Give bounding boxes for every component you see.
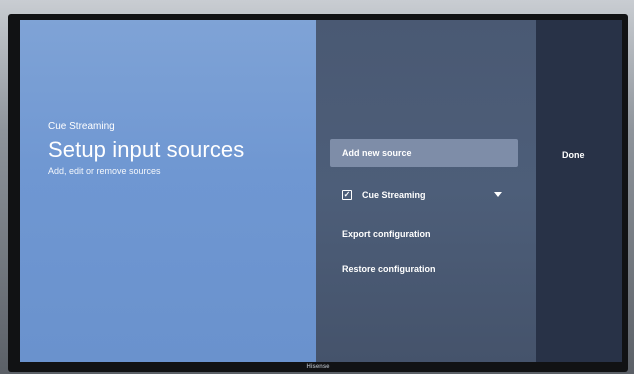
export-configuration-button[interactable]: Export configuration (330, 220, 518, 248)
menu-item-label: Restore configuration (342, 264, 436, 274)
restore-configuration-button[interactable]: Restore configuration (330, 255, 518, 283)
tv-brand-logo: Hisense (306, 364, 330, 370)
page-description: Add, edit or remove sources (48, 166, 161, 176)
done-button[interactable]: Done (562, 150, 585, 160)
actions-panel: Done (536, 20, 622, 362)
caret-down-icon[interactable] (494, 192, 502, 197)
tv-screen: Cue Streaming Setup input sources Add, e… (20, 20, 622, 362)
info-panel: Cue Streaming Setup input sources Add, e… (20, 20, 316, 362)
page-title: Setup input sources (48, 137, 245, 162)
info-text-group: Cue Streaming Setup input sources Add, e… (48, 121, 244, 176)
checkbox-checked-icon[interactable]: ✓ (342, 190, 352, 200)
menu-item-label: Add new source (342, 148, 412, 158)
menu-item-label: Export configuration (342, 229, 431, 239)
menu-item-label: Cue Streaming (362, 190, 426, 200)
options-panel: Add new source ✓ Cue Streaming Export co… (316, 20, 536, 362)
app-name: Cue Streaming (48, 121, 115, 132)
add-new-source-button[interactable]: Add new source (330, 139, 518, 167)
source-item-cue-streaming[interactable]: ✓ Cue Streaming (330, 181, 518, 209)
